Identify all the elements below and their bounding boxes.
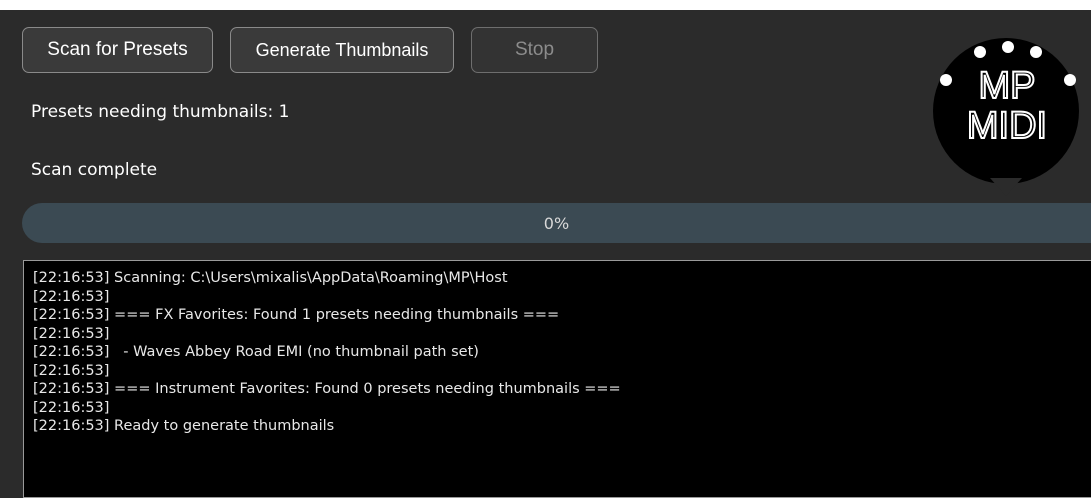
log-line: [22:16:53] Ready to generate thumbnails [33,418,335,434]
mp-midi-logo: MP MIDI [933,38,1079,196]
log-line: [22:16:53] [33,362,110,379]
scan-status-label: Scan complete [31,160,158,180]
logo-pin-dot [1030,46,1042,58]
logo-pin-dot [1002,41,1014,53]
progress-label: 0% [543,213,570,233]
logo-text-top: MP [979,65,1036,107]
generate-thumbnails-button[interactable]: Generate Thumbnails [230,27,454,73]
logo-pin-dot [940,74,952,86]
logo-pin-dot [974,46,986,58]
presets-count-label: Presets needing thumbnails: 1 [31,102,290,122]
app-window: Scan for Presets Generate Thumbnails Sto… [0,10,1091,498]
logo-notch [990,178,1022,196]
log-line: [22:16:53] Scanning: C:\Users\mixalis\Ap… [33,270,508,286]
logo-pin-dot [1064,74,1076,86]
log-line: [22:16:53] === Instrument Favorites: Fou… [33,381,621,397]
log-line: [22:16:53] [33,288,110,305]
window-top-strip [0,0,1091,10]
log-line: [22:16:53] - Waves Abbey Road EMI (no th… [33,344,479,360]
progress-bar: 0% [22,203,1091,243]
logo-text-bottom: MIDI [967,105,1047,147]
log-line: [22:16:53] === FX Favorites: Found 1 pre… [33,307,560,323]
scan-for-presets-button[interactable]: Scan for Presets [22,27,213,73]
log-output[interactable]: [22:16:53] Scanning: C:\Users\mixalis\Ap… [23,260,1091,498]
log-line: [22:16:53] [33,325,110,342]
log-line: [22:16:53] [33,399,110,416]
stop-button[interactable]: Stop [471,27,598,73]
